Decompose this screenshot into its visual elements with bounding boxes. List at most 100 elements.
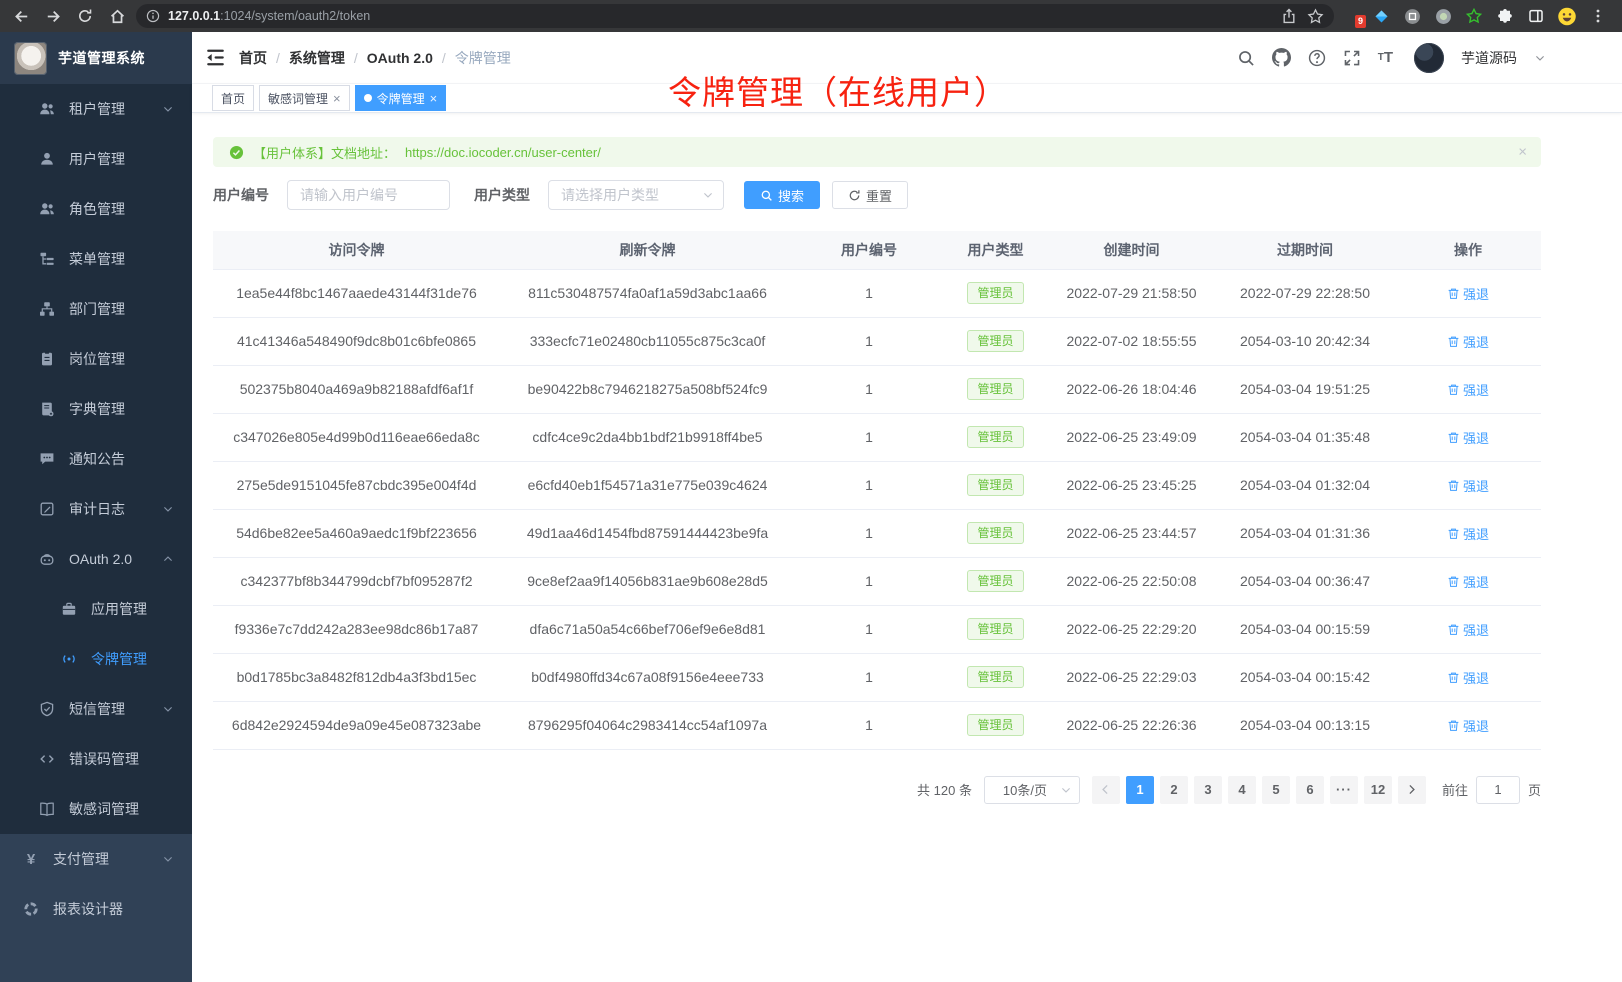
page-button-2[interactable]: 2 <box>1160 776 1188 804</box>
search-button[interactable]: 搜索 <box>744 181 820 209</box>
cell-expire_time: 2054-03-04 01:31:36 <box>1215 509 1395 557</box>
chevron-down-icon <box>162 503 174 515</box>
sidebar-item-post[interactable]: 岗位管理 <box>0 334 192 384</box>
force-logout-button[interactable]: 强退 <box>1447 428 1489 447</box>
page-button-6[interactable]: 6 <box>1296 776 1324 804</box>
force-logout-button[interactable]: 强退 <box>1447 332 1489 351</box>
green-star-extension-icon[interactable] <box>1464 6 1484 26</box>
app-logo <box>14 42 47 75</box>
puzzle-extensions-icon[interactable] <box>1495 6 1515 26</box>
page-button-4[interactable]: 4 <box>1228 776 1256 804</box>
page-button-5[interactable]: 5 <box>1262 776 1290 804</box>
tab-令牌管理[interactable]: 令牌管理× <box>355 85 447 111</box>
extensions-area: 9 <box>1340 6 1614 26</box>
sidebar-item-sensitive-word[interactable]: 敏感词管理 <box>0 784 192 834</box>
cell-user_id: 1 <box>795 269 943 317</box>
page-button-1[interactable]: 1 <box>1126 776 1154 804</box>
tab-label: 敏感词管理 <box>268 90 328 107</box>
user-type-badge: 管理员 <box>967 426 1023 448</box>
search-icon[interactable] <box>1237 49 1255 67</box>
extension-grid-icon[interactable]: 9 <box>1346 9 1360 23</box>
sidebar-item-audit-log[interactable]: 审计日志 <box>0 484 192 534</box>
sidebar-item-oauth2-token[interactable]: 令牌管理 <box>0 634 192 684</box>
cell-expire_time: 2022-07-29 22:28:50 <box>1215 269 1395 317</box>
breadcrumb-item[interactable]: OAuth 2.0 <box>367 50 433 66</box>
sidebar-item-role[interactable]: 角色管理 <box>0 184 192 234</box>
force-logout-button[interactable]: 强退 <box>1447 476 1489 495</box>
sidebar-item-tenant[interactable]: 租户管理 <box>0 84 192 134</box>
sidebar-item-report-designer[interactable]: 报表设计器 <box>0 884 192 934</box>
gem-extension-icon[interactable] <box>1371 6 1391 26</box>
force-logout-button[interactable]: 强退 <box>1447 284 1489 303</box>
force-logout-button[interactable]: 强退 <box>1447 716 1489 735</box>
close-icon[interactable]: × <box>430 92 438 105</box>
sidebar-item-oauth2-app[interactable]: 应用管理 <box>0 584 192 634</box>
user-type-select[interactable]: 请选择用户类型 <box>548 180 724 210</box>
tab-首页[interactable]: 首页 <box>212 85 254 111</box>
page-ellipsis[interactable]: ··· <box>1330 776 1358 804</box>
user-id-label: 用户编号 <box>213 185 269 205</box>
doc-link[interactable]: https://doc.iocoder.cn/user-center/ <box>405 145 601 160</box>
gray-circle-extension-icon[interactable] <box>1402 6 1422 26</box>
reset-button[interactable]: 重置 <box>832 181 908 209</box>
prev-page-button[interactable] <box>1092 776 1120 804</box>
sidebar-item-dict[interactable]: 字典管理 <box>0 384 192 434</box>
breadcrumb-item[interactable]: 系统管理 <box>289 48 345 68</box>
side-panel-icon[interactable] <box>1526 6 1546 26</box>
sidebar-fold-icon[interactable] <box>206 48 225 67</box>
help-icon[interactable] <box>1308 49 1326 67</box>
tab-敏感词管理[interactable]: 敏感词管理 × <box>259 85 350 111</box>
browser-back-icon[interactable] <box>8 3 34 29</box>
user-id-input[interactable] <box>287 180 450 210</box>
table-row: 6d842e2924594de9a09e45e087323abe8796295f… <box>213 701 1541 749</box>
sidebar-item-menu[interactable]: 菜单管理 <box>0 234 192 284</box>
force-logout-button[interactable]: 强退 <box>1447 524 1489 543</box>
sidebar-item-pay[interactable]: ¥支付管理 <box>0 834 192 884</box>
fullscreen-icon[interactable] <box>1343 49 1361 67</box>
column-header-action: 操作 <box>1395 231 1541 269</box>
sidebar-item-oauth2[interactable]: OAuth 2.0 <box>0 534 192 584</box>
sidebar-item-user[interactable]: 用户管理 <box>0 134 192 184</box>
goto-page-input[interactable] <box>1476 776 1520 804</box>
page-button-3[interactable]: 3 <box>1194 776 1222 804</box>
sidebar-item-sms[interactable]: 短信管理 <box>0 684 192 734</box>
share-icon[interactable] <box>1281 8 1297 24</box>
alert-close-icon[interactable]: × <box>1518 145 1527 160</box>
browser-forward-icon[interactable] <box>40 3 66 29</box>
dot-circle-extension-icon[interactable] <box>1433 6 1453 26</box>
chevron-down-icon[interactable] <box>1534 52 1546 64</box>
next-page-button[interactable] <box>1398 776 1426 804</box>
cell-create_time: 2022-06-26 18:04:46 <box>1048 365 1215 413</box>
sidebar-item-dept[interactable]: 部门管理 <box>0 284 192 334</box>
page-size-select[interactable]: 10条/页 <box>984 776 1080 804</box>
user-name[interactable]: 芋道源码 <box>1461 48 1517 68</box>
app-logo-row[interactable]: 芋道管理系统 <box>0 32 192 84</box>
user-avatar[interactable] <box>1414 43 1444 73</box>
close-icon[interactable]: × <box>333 92 341 105</box>
profile-avatar-icon[interactable] <box>1557 6 1577 26</box>
force-logout-button[interactable]: 强退 <box>1447 572 1489 591</box>
sidebar-item-error-code[interactable]: 错误码管理 <box>0 734 192 784</box>
browser-menu-icon[interactable] <box>1588 6 1608 26</box>
oauth-robot-icon <box>38 551 56 567</box>
browser-reload-icon[interactable] <box>72 3 98 29</box>
browser-home-icon[interactable] <box>104 3 130 29</box>
user-type-badge: 管理员 <box>967 474 1023 496</box>
trash-icon <box>1447 575 1460 588</box>
font-size-icon[interactable]: TT <box>1378 50 1393 65</box>
page-button-12[interactable]: 12 <box>1364 776 1392 804</box>
dictionary-icon <box>38 401 56 417</box>
pagination: 共 120 条 10条/页 123456···12 前往 页 <box>213 776 1541 804</box>
force-logout-button[interactable]: 强退 <box>1447 620 1489 639</box>
breadcrumb-separator: / <box>276 50 280 66</box>
bookmark-star-icon[interactable] <box>1307 8 1324 25</box>
github-icon[interactable] <box>1272 48 1291 67</box>
breadcrumb-item[interactable]: 首页 <box>239 48 267 68</box>
sidebar-item-notice[interactable]: 通知公告 <box>0 434 192 484</box>
sidebar: 芋道管理系统 租户管理用户管理角色管理菜单管理部门管理岗位管理字典管理通知公告审… <box>0 32 192 982</box>
force-logout-button[interactable]: 强退 <box>1447 380 1489 399</box>
address-bar[interactable]: 127.0.0.1:1024/system/oauth2/token <box>136 4 1334 28</box>
table-row: 275e5de9151045fe87cbdc395e004f4de6cfd40e… <box>213 461 1541 509</box>
force-logout-button[interactable]: 强退 <box>1447 668 1489 687</box>
site-info-icon[interactable] <box>146 9 160 23</box>
